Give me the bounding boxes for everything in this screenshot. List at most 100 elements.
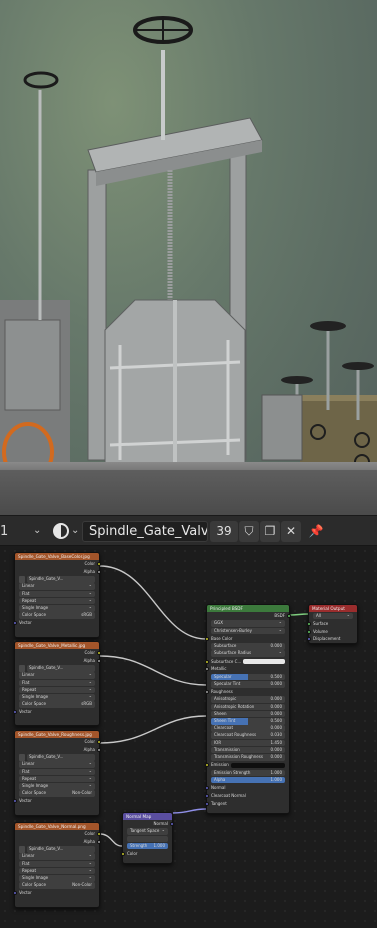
alpha-field[interactable]: Alpha 1.000 — [211, 776, 285, 784]
emission-field[interactable]: Emission — [205, 761, 289, 769]
projection-select[interactable]: Flat — [19, 590, 95, 598]
output-normal[interactable]: Normal — [123, 820, 174, 828]
input-volume[interactable]: Volume — [307, 628, 357, 636]
output-color[interactable]: Color — [15, 560, 101, 568]
color-swatch[interactable] — [243, 658, 285, 664]
transmission-field[interactable]: Transmission 0.000 — [211, 746, 285, 754]
image-texture-node-roughness[interactable]: Spindle_Gate_Valve_Roughness.jpg Color A… — [13, 730, 101, 816]
input-metallic[interactable]: Metallic — [205, 665, 289, 673]
distribution-select[interactable]: GGX — [211, 620, 285, 627]
clearcoat-roughness-field[interactable]: Clearcoat Roughness 0.030 — [211, 732, 285, 740]
interpolation-select[interactable]: Linear — [19, 853, 95, 860]
node-title[interactable]: Material Output — [309, 605, 357, 612]
chevron-down-icon[interactable]: ⌄ — [71, 525, 79, 536]
anisotropic-field[interactable]: Anisotropic 0.000 — [211, 696, 285, 704]
input-vector[interactable]: Vector — [13, 889, 99, 897]
input-color[interactable]: Color — [121, 850, 172, 858]
subsurface-method-select[interactable]: Christensen-Burley — [211, 627, 285, 635]
source-select[interactable]: Single Image — [19, 874, 95, 882]
sheen-field[interactable]: Sheen 0.000 — [211, 710, 285, 718]
specular-field[interactable]: Specular 0.500 — [211, 673, 285, 681]
material-sphere-icon[interactable] — [53, 523, 69, 539]
input-clearcoat-normal[interactable]: Clearcoat Normal — [205, 792, 289, 800]
source-select[interactable]: Single Image — [19, 782, 95, 790]
interpolation-select[interactable]: Linear — [19, 583, 95, 590]
color-space-field[interactable]: Color Space sRGB — [19, 612, 95, 619]
input-tangent[interactable]: Tangent — [205, 800, 289, 808]
principled-bsdf-node[interactable]: Principled BSDF BSDF GGX Christensen-Bur… — [205, 604, 291, 814]
slot-number: 1 — [0, 524, 9, 539]
extension-select[interactable]: Repeat — [19, 867, 95, 875]
output-bsdf[interactable]: BSDF — [207, 612, 291, 620]
extension-select[interactable]: Repeat — [19, 686, 95, 694]
node-title[interactable]: Spindle_Gate_Valve_Roughness.jpg — [15, 731, 99, 738]
color-space-field[interactable]: Color Space sRGB — [19, 701, 95, 708]
output-color[interactable]: Color — [15, 738, 101, 746]
ior-field[interactable]: IOR 1.450 — [211, 739, 285, 747]
output-alpha[interactable]: Alpha — [15, 838, 101, 846]
source-select[interactable]: Single Image — [19, 604, 95, 612]
strength-field[interactable]: Strength 1.000 — [127, 842, 168, 850]
input-surface[interactable]: Surface — [307, 620, 357, 628]
source-select[interactable]: Single Image — [19, 693, 95, 701]
node-title[interactable]: Principled BSDF — [207, 605, 289, 612]
chevron-down-icon[interactable]: ⌄ — [33, 525, 41, 536]
node-title[interactable]: Normal Map — [123, 813, 172, 820]
input-normal[interactable]: Normal — [205, 784, 289, 792]
image-texture-node-metallic[interactable]: Spindle_Gate_Valve_Metallic.jpg Color Al… — [13, 641, 101, 726]
color-space-field[interactable]: Color Space Non-Color — [19, 790, 95, 797]
image-selector[interactable]: Spindle_Gate_V... — [19, 754, 95, 761]
node-title[interactable]: Spindle_Gate_Valve_BaseColor.jpg — [15, 553, 99, 560]
subsurface-color-field[interactable]: Subsurface C... — [205, 658, 289, 666]
subsurface-field[interactable]: Subsurface 0.000 — [211, 643, 285, 650]
node-title[interactable]: Spindle_Gate_Valve_Metallic.jpg — [15, 642, 99, 649]
sheen-tint-field[interactable]: Sheen Tint 0.500 — [211, 718, 285, 725]
specular-tint-field[interactable]: Specular Tint 0.000 — [211, 680, 285, 688]
material-name-field[interactable]: Spindle_Gate_Valve — [82, 521, 208, 542]
node-editor[interactable]: Spindle_Gate_Valve_BaseColor.jpg Color A… — [0, 546, 377, 928]
extension-select[interactable]: Repeat — [19, 597, 95, 605]
input-vector[interactable]: Vector — [13, 708, 99, 716]
input-displacement[interactable]: Displacement — [307, 635, 357, 643]
close-icon[interactable]: ✕ — [281, 521, 301, 542]
fake-user-shield-icon[interactable]: ⛉ — [239, 521, 259, 542]
output-color[interactable]: Color — [15, 649, 101, 657]
color-swatch[interactable] — [230, 762, 285, 768]
pin-icon[interactable]: 📌 — [306, 521, 326, 542]
anisotropic-rotation-field[interactable]: Anisotropic Rotation 0.000 — [211, 703, 285, 711]
extension-select[interactable]: Repeat — [19, 775, 95, 783]
projection-select[interactable]: Flat — [19, 860, 95, 868]
output-color[interactable]: Color — [15, 830, 101, 838]
image-selector[interactable]: Spindle_Gate_V... — [19, 846, 95, 853]
duplicate-icon[interactable]: ❐ — [260, 521, 280, 542]
input-vector[interactable]: Vector — [13, 619, 99, 627]
image-texture-node-normal[interactable]: Spindle_Gate_Valve_Normal.png Color Alph… — [13, 822, 101, 908]
input-base-color[interactable]: Base Color — [205, 635, 289, 643]
input-vector[interactable]: Vector — [13, 797, 99, 805]
user-count[interactable]: 39 — [210, 521, 238, 542]
node-title[interactable]: Spindle_Gate_Valve_Normal.png — [15, 823, 99, 830]
clearcoat-field[interactable]: Clearcoat 0.000 — [211, 725, 285, 732]
image-selector[interactable]: Spindle_Gate_V... — [19, 665, 95, 672]
output-alpha[interactable]: Alpha — [15, 746, 101, 754]
interpolation-select[interactable]: Linear — [19, 672, 95, 679]
interpolation-select[interactable]: Linear — [19, 761, 95, 768]
input-roughness[interactable]: Roughness — [205, 688, 289, 696]
space-select[interactable]: Tangent Space — [127, 828, 168, 835]
normal-map-node[interactable]: Normal Map Normal Tangent Space Strength… — [121, 812, 174, 864]
material-output-node[interactable]: Material Output All Surface Volume Displ… — [307, 604, 358, 644]
image-selector[interactable]: Spindle_Gate_V... — [19, 576, 95, 583]
output-alpha[interactable]: Alpha — [15, 568, 101, 576]
target-select[interactable]: All — [313, 612, 353, 620]
output-alpha[interactable]: Alpha — [15, 657, 101, 665]
projection-select[interactable]: Flat — [19, 679, 95, 687]
projection-select[interactable]: Flat — [19, 768, 95, 776]
3d-viewport[interactable] — [0, 0, 377, 515]
uv-map-field[interactable] — [127, 835, 168, 843]
image-texture-node-basecolor[interactable]: Spindle_Gate_Valve_BaseColor.jpg Color A… — [13, 552, 101, 638]
transmission-roughness-field[interactable]: Transmission Roughness 0.000 — [211, 753, 285, 761]
emission-strength-field[interactable]: Emission Strength 1.000 — [211, 769, 285, 777]
color-space-field[interactable]: Color Space Non-Color — [19, 882, 95, 889]
image-icon — [19, 665, 25, 672]
subsurface-radius-field[interactable]: Subsurface Radius — [211, 650, 285, 657]
